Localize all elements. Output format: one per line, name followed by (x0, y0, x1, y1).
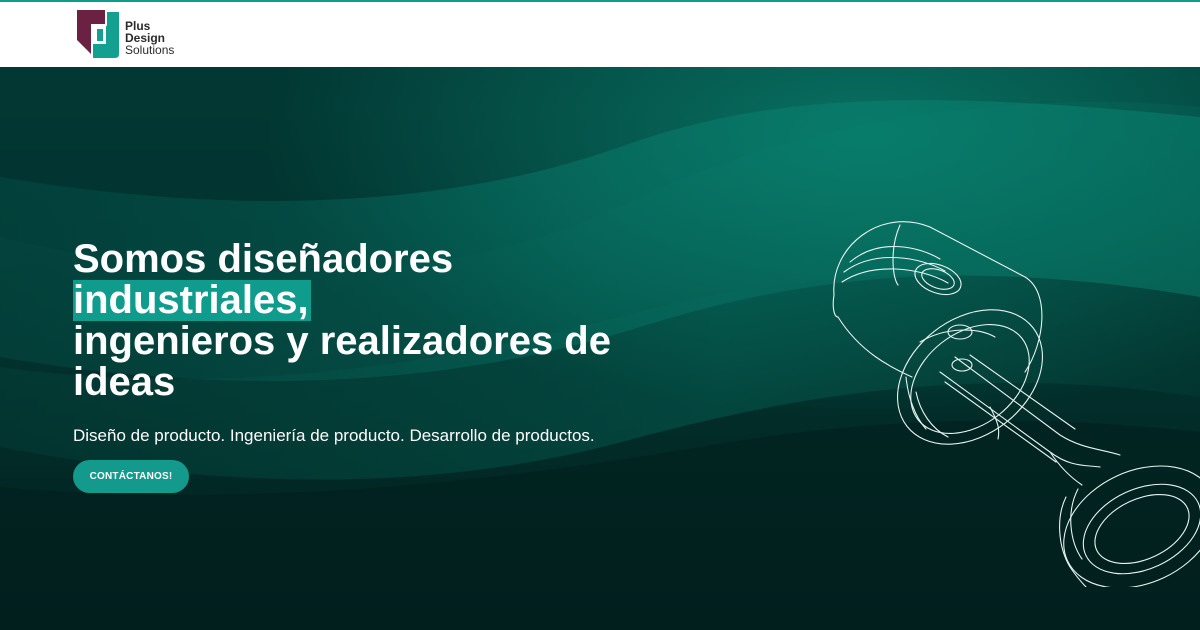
brand-logo-icon (77, 10, 119, 58)
headline-line-3: ingenieros y realizadores de (73, 319, 611, 363)
brand-logo-link[interactable]: Plus Design Solutions (73, 10, 213, 60)
headline-line-4: ideas (73, 360, 176, 404)
hero-subtitle: Diseño de producto. Ingeniería de produc… (73, 426, 595, 445)
brand-name: Plus Design Solutions (125, 20, 174, 56)
hero-section: Somos diseñadores industriales, ingenier… (0, 67, 1200, 630)
site-header: Plus Design Solutions (0, 2, 1200, 67)
hero-headline: Somos diseñadores industriales, ingenier… (73, 239, 693, 403)
brand-name-line-3: Solutions (125, 43, 175, 57)
headline-highlight: industriales, (73, 278, 311, 322)
piston-connecting-rod-illustration (832, 221, 1200, 587)
headline-line-1: Somos diseñadores (73, 237, 454, 281)
contact-button[interactable]: CONTÁCTANOS! (73, 460, 189, 493)
